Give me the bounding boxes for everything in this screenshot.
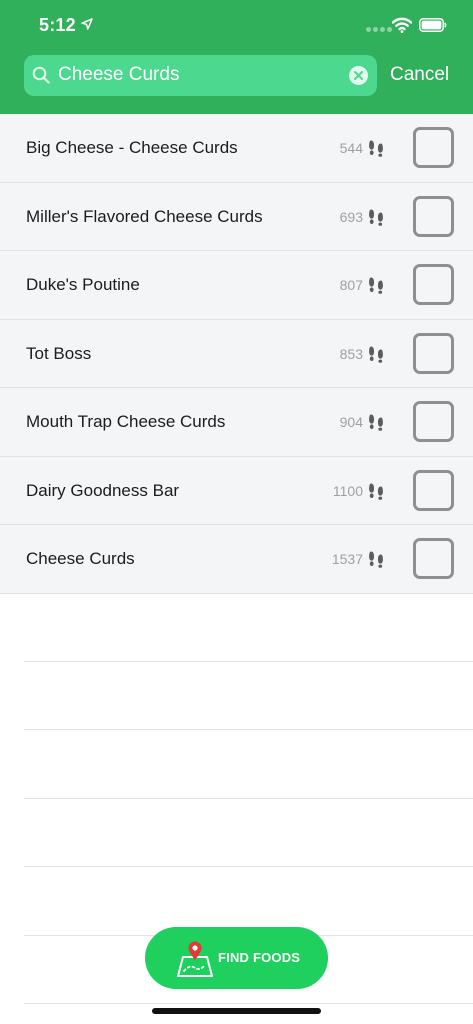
separator: [24, 799, 473, 867]
footprints-icon: [369, 551, 383, 568]
step-count: 693: [339, 208, 363, 225]
food-row[interactable]: Miller's Flavored Cheese Curds 693: [0, 182, 473, 251]
footprints-icon: [369, 140, 383, 157]
separator: [24, 593, 473, 662]
food-name: Duke's Poutine: [26, 275, 140, 294]
food-checkbox[interactable]: [413, 469, 454, 511]
find-foods-label: FIND FOODS: [218, 950, 301, 965]
food-checkbox[interactable]: [413, 127, 454, 168]
status-bar: 5:12: [0, 0, 473, 50]
home-indicator[interactable]: [152, 1008, 321, 1014]
food-row[interactable]: Duke's Poutine 807: [0, 251, 473, 320]
cancel-button[interactable]: Cancel: [390, 64, 449, 86]
food-row[interactable]: Mouth Trap Cheese Curds 904: [0, 388, 473, 457]
step-count: 544: [339, 140, 363, 156]
step-count: 807: [339, 277, 363, 293]
wifi-icon: [392, 17, 412, 33]
battery-icon: [419, 18, 447, 32]
step-count: 904: [339, 414, 363, 430]
food-list: Big Cheese - Cheese Curds 544 Miller's F…: [0, 114, 473, 594]
food-row[interactable]: Big Cheese - Cheese Curds 544: [0, 114, 473, 183]
separator: [24, 662, 473, 730]
footprints-icon: [369, 414, 383, 431]
location-arrow-icon: [81, 18, 93, 30]
search-input[interactable]: Cheese Curds: [58, 64, 179, 86]
food-name: Dairy Goodness Bar: [26, 480, 180, 500]
search-field[interactable]: Cheese Curds: [24, 55, 377, 96]
step-count: 1100: [332, 482, 363, 499]
status-time: 5:12: [39, 15, 76, 35]
step-count: 1537: [331, 551, 363, 567]
food-name: Cheese Curds: [26, 549, 135, 568]
food-row[interactable]: Dairy Goodness Bar 1100: [0, 456, 473, 525]
food-checkbox[interactable]: [413, 264, 454, 305]
food-checkbox[interactable]: [413, 538, 454, 579]
footprints-icon: [369, 346, 383, 363]
food-name: Miller's Flavored Cheese Curds: [26, 206, 263, 226]
footprints-icon: [369, 277, 383, 294]
find-foods-button[interactable]: FIND FOODS: [145, 927, 328, 989]
food-name: Tot Boss: [26, 343, 92, 363]
food-name: Mouth Trap Cheese Curds: [26, 412, 226, 431]
footprints-icon: [369, 483, 383, 500]
separator: [24, 730, 473, 799]
header: 5:12 Cheese Curds Cancel: [0, 0, 473, 114]
clear-icon[interactable]: [349, 66, 368, 85]
food-checkbox[interactable]: [413, 332, 454, 374]
food-checkbox[interactable]: [413, 401, 454, 442]
footprints-icon: [369, 209, 383, 226]
search-icon: [32, 66, 50, 84]
separator: [24, 867, 473, 936]
food-checkbox[interactable]: [413, 195, 454, 237]
step-count: 853: [339, 345, 363, 362]
map-pin-icon: [177, 941, 213, 977]
food-name: Big Cheese - Cheese Curds: [26, 138, 238, 157]
food-row[interactable]: Cheese Curds 1537: [0, 525, 473, 594]
food-row[interactable]: Tot Boss 853: [0, 319, 473, 388]
signal-icon: [366, 27, 392, 32]
